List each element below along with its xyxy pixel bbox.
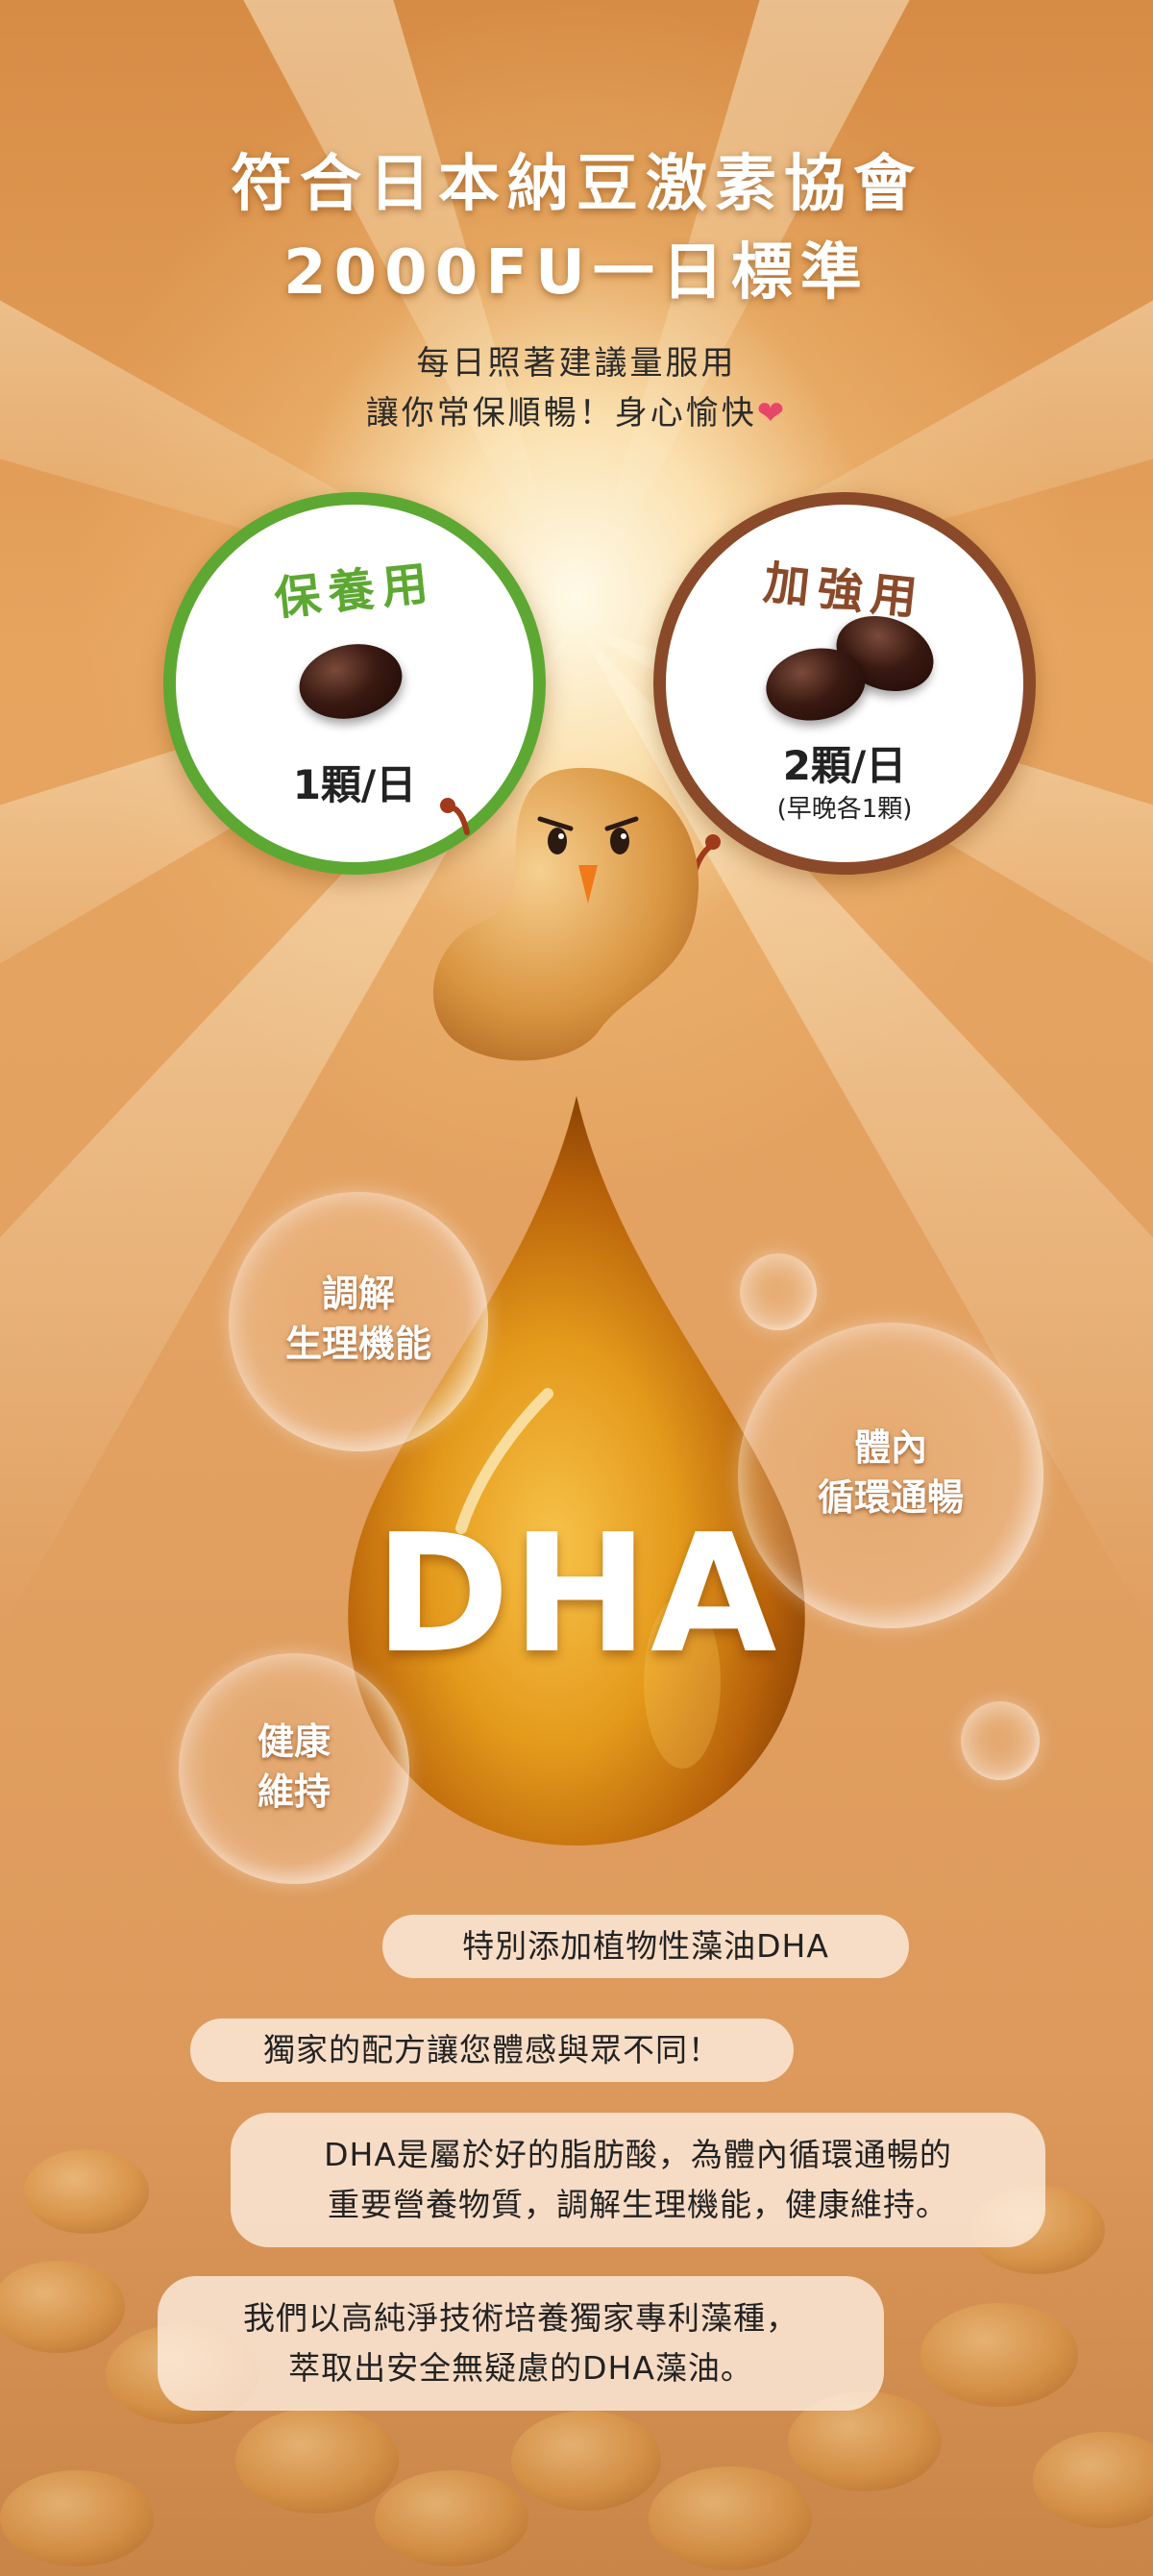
- benefit-line: 循環通暢: [817, 1476, 964, 1519]
- small-bubble: [740, 1253, 817, 1330]
- benefit-line: 調解: [321, 1273, 395, 1315]
- benefit-line: 生理機能: [284, 1323, 431, 1365]
- description-tag: 獨家的配方讓您體感與眾不同！: [190, 2019, 794, 2082]
- small-bubble: [961, 1701, 1040, 1780]
- description-line: 萃取出安全無疑慮的DHA藻油。: [288, 2349, 753, 2387]
- intro-line-1: 每日照著建議量服用: [416, 344, 737, 383]
- benefit-bubble-physiology: 調解 生理機能: [229, 1192, 488, 1451]
- headline-line-1: 符合日本納豆激素協會: [231, 149, 922, 220]
- heart-icon: ❤: [756, 394, 788, 433]
- boost-label: 加強用: [760, 556, 927, 627]
- description-line: 我們以高純淨技術培養獨家專利藻種，: [243, 2299, 798, 2337]
- intro-line-2: 讓你常保順暢！身心愉快❤: [0, 386, 1153, 433]
- benefit-text: 體內 循環通暢: [738, 1423, 1043, 1523]
- description-line: 重要營養物質，調解生理機能，健康維持。: [328, 2186, 948, 2223]
- benefit-line: 維持: [257, 1771, 331, 1813]
- headline-line-2: 2000FU一日標準: [283, 237, 870, 309]
- benefit-line: 體內: [853, 1426, 927, 1469]
- benefit-text: 健康 維持: [179, 1717, 409, 1817]
- description-tag: 特別添加植物性藻油DHA: [382, 1915, 909, 1978]
- description-tag: 我們以高純淨技術培養獨家專利藻種， 萃取出安全無疑慮的DHA藻油。: [158, 2276, 884, 2411]
- benefit-bubble-health: 健康 維持: [179, 1653, 409, 1884]
- description-line: DHA是屬於好的脂肪酸，為體內循環通暢的: [324, 2136, 952, 2173]
- bean-mascot: [432, 767, 721, 1061]
- capsule-icon: [292, 634, 409, 729]
- intro-line-2-text: 讓你常保順暢！身心愉快: [365, 394, 757, 433]
- description-tag: DHA是屬於好的脂肪酸，為體內循環通暢的 重要營養物質，調解生理機能，健康維持。: [231, 2113, 1045, 2247]
- benefit-text: 調解 生理機能: [229, 1269, 488, 1369]
- benefit-bubble-circulation: 體內 循環通暢: [738, 1323, 1043, 1628]
- maintenance-label: 保養用: [272, 556, 438, 627]
- product-page: 符合日本納豆激素協會 2000FU一日標準 每日照著建議量服用 讓你常保順暢！身…: [0, 0, 1153, 2576]
- benefit-line: 健康: [257, 1721, 331, 1763]
